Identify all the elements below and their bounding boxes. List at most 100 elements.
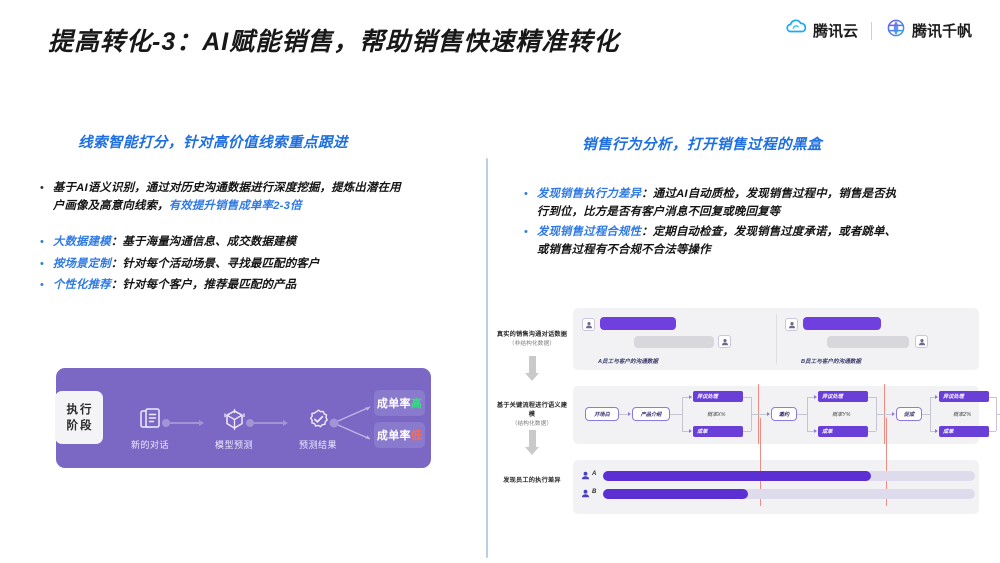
stage-chip-line1: 执行: [66, 403, 94, 416]
flow-link: [743, 431, 751, 432]
execution-flow-card: 执行 阶段 新的对话 模型预测 预测结果 成单率 高 成单率 低: [55, 368, 431, 468]
flow-bar-deal-closed[interactable]: 成单: [818, 426, 868, 437]
connector-dot: [162, 419, 170, 427]
outcome-prefix: 成单率: [376, 430, 411, 442]
tencent-cloud-icon: [786, 18, 808, 43]
column-divider: [486, 158, 488, 558]
list-item-desc: 针对每个活动场景、寻找最匹配的客户: [122, 257, 320, 270]
list-item-desc: 针对每个客户，推荐最匹配的产品: [122, 279, 297, 291]
left-paragraph-row: • 基于AI语义识别，通过对历史沟通数据进行深度挖掘，提炼出潜在用户画像及高意向…: [40, 180, 460, 215]
flow-branch-rail: [930, 397, 931, 431]
brand-tencent-qianfan: 腾讯千帆: [885, 18, 972, 43]
flow-step-new-dialogue: 新的对话: [118, 404, 182, 451]
flow-arrow: [689, 395, 692, 399]
flow-bar-deal-closed[interactable]: 成单: [693, 426, 743, 437]
flow-node-opening[interactable]: 开场白: [585, 407, 619, 421]
flow-arrow: [935, 429, 938, 433]
flow-bar-objection-handling[interactable]: 异议处理: [818, 391, 868, 402]
tencent-qianfan-icon: [885, 18, 907, 43]
brand-tencent-cloud: 腾讯云: [786, 18, 858, 43]
chat-bubble-incoming: [634, 336, 714, 348]
flow-node-product-intro[interactable]: 产品介绍: [632, 407, 670, 421]
person-icon: [581, 471, 590, 482]
page-title: 提高转化-3：AI赋能销售，帮助销售快速精准转化: [48, 28, 620, 56]
list-item-term: 大数据建模: [52, 236, 111, 248]
left-paragraph: 基于AI语义识别，通过对历史沟通数据进行深度挖掘，提炼出潜在用户画像及高意向线索…: [53, 180, 411, 215]
diagram-stage-label-raw-data: 真实的销售沟通对话数据 （非结构化数据）: [495, 330, 569, 349]
comparison-bar-fill: [603, 489, 749, 499]
chat-data-panel: A员工与客户的沟通数据 B员工与客户的沟通数据: [573, 308, 979, 370]
flow-link: [752, 414, 768, 415]
flow-probability-label: 概率Y%: [832, 412, 851, 418]
chat-mock-employee-b: B员工与客户的沟通数据: [779, 308, 979, 370]
flow-link: [877, 414, 893, 415]
outcome-high-conversion: 成单率高: [374, 390, 425, 416]
flow-link: [922, 414, 930, 415]
list-item-term: 发现销售过程合规性: [536, 226, 642, 238]
right-column-heading: 销售行为分析，打开销售过程的黑盒: [582, 137, 822, 153]
process-flow-panel: 开场白 产品介绍 异议处理 概率X% 成单 邀约 异议处理 概率Y% 成单 促成…: [573, 384, 1000, 444]
user-square-icon: [582, 318, 595, 331]
bullet-marker: •: [40, 279, 44, 291]
list-item: • 发现销售执行力差异：通过AI自动质检，发现销售过程中，销售是否执行到位，比方…: [524, 186, 944, 221]
flow-node-invite[interactable]: 邀约: [771, 407, 797, 421]
list-item: • 按场景定制：针对每个活动场景、寻找最匹配的客户: [40, 256, 460, 274]
flow-link: [989, 431, 996, 432]
outcome-low-conversion: 成单率低: [374, 422, 425, 448]
flow-link: [868, 397, 876, 398]
user-square-icon: [785, 318, 798, 331]
stage-title: 发现员工的执行差异: [503, 477, 561, 484]
list-item-term: 按场景定制: [52, 257, 111, 270]
flow-bar-objection-handling[interactable]: 异议处理: [693, 391, 743, 402]
bullet-marker: •: [40, 257, 44, 270]
flow-link: [989, 397, 996, 398]
stage-subtitle: （结构化数据）: [511, 421, 553, 427]
execution-comparison-panel: A B: [573, 418, 979, 514]
brand-name-qianfan: 腾讯千帆: [911, 23, 972, 40]
flow-link: [797, 414, 807, 415]
flow-bar-deal-closed[interactable]: 成单: [939, 426, 989, 437]
bullet-marker: •: [524, 188, 528, 200]
list-item-colon: ：: [110, 279, 123, 291]
stage-chip-line2: 阶段: [66, 419, 94, 432]
list-item-term: 个性化推荐: [52, 279, 111, 291]
flow-arrow: [628, 412, 631, 416]
flow-arrow: [767, 412, 770, 416]
list-item-colon: ：: [110, 236, 123, 248]
list-item-colon: ：: [641, 188, 653, 200]
chat-mock-employee-a: A员工与客户的沟通数据: [576, 308, 776, 370]
outcome-prefix: 成单率: [376, 398, 411, 410]
stage-title: 基于关键流程进行语义建模: [496, 402, 568, 418]
left-paragraph-highlight: 有效提升销售成单率2-3倍: [168, 199, 302, 212]
bullet-marker: •: [40, 182, 44, 194]
flow-arrow: [935, 395, 938, 399]
list-item-desc: 基于海量沟通信息、成交数据建模: [122, 236, 297, 248]
right-column-body: • 发现销售执行力差异：通过AI自动质检，发现销售过程中，销售是否执行到位，比方…: [524, 186, 944, 262]
comparison-row-label: A: [592, 471, 597, 477]
flow-step-label: 新的对话: [130, 440, 169, 450]
user-square-icon: [915, 335, 928, 348]
flow-bar-objection-handling[interactable]: 异议处理: [939, 391, 989, 402]
flow-arrow: [814, 395, 817, 399]
connector-dot: [246, 419, 254, 427]
list-item-text: 个性化推荐：针对每个客户，推荐最匹配的产品: [53, 277, 296, 295]
list-item-text: 按场景定制：针对每个活动场景、寻找最匹配的客户: [53, 256, 320, 274]
chat-caption: A员工与客户的沟通数据: [598, 359, 658, 365]
left-bullet-list: • 大数据建模：基于海量沟通信息、成交数据建模 • 按场景定制：针对每个活动场景…: [40, 234, 460, 295]
flow-node-facilitate[interactable]: 促成: [896, 407, 922, 421]
chat-bubble-outgoing: [803, 317, 881, 330]
list-item-colon: ：: [641, 226, 653, 238]
down-arrow-icon: [525, 356, 539, 381]
connector-line: [254, 422, 283, 424]
outcome-branch-connector: [329, 406, 371, 440]
left-column-body: • 基于AI语义识别，通过对历史沟通数据进行深度挖掘，提炼出潜在用户画像及高意向…: [40, 180, 460, 299]
left-column-heading: 线索智能打分，针对高价值线索重点跟进: [78, 135, 348, 151]
sales-behavior-diagram: 真实的销售沟通对话数据 （非结构化数据） 基于关键流程进行语义建模 （结构化数据…: [495, 308, 1000, 536]
list-item: • 大数据建模：基于海量沟通信息、成交数据建模: [40, 234, 460, 252]
list-item-text: 发现销售执行力差异：通过AI自动质检，发现销售过程中，销售是否执行到位，比方是否…: [537, 186, 903, 221]
down-arrow-icon: [525, 430, 539, 455]
chat-caption: B员工与客户的沟通数据: [801, 359, 861, 365]
outcome-mark: 高: [410, 398, 423, 410]
comparison-bar-fill: [603, 471, 871, 481]
flow-step-label: 模型预测: [214, 440, 253, 450]
